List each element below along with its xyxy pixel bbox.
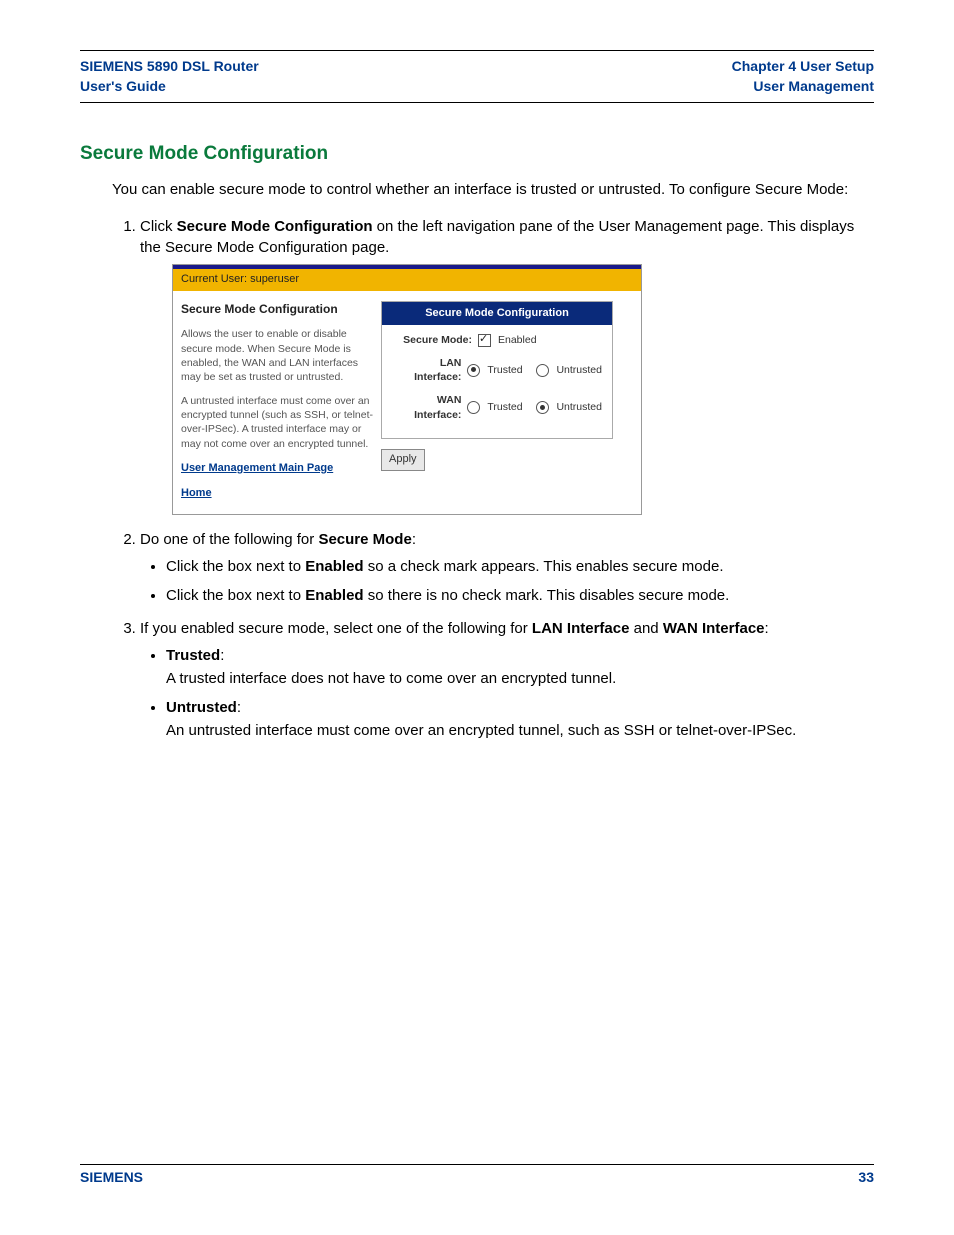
step-3-untrusted: Untrusted: An untrusted interface must c…	[166, 697, 874, 741]
lan-untrusted-label: Untrusted	[556, 363, 602, 378]
enabled-checkbox[interactable]	[478, 334, 491, 347]
wan-interface-label: WAN Interface:	[392, 393, 461, 422]
wan-trusted-label: Trusted	[487, 400, 522, 415]
current-user-bar: Current User: superuser	[173, 269, 641, 290]
header-product: SIEMENS 5890 DSL Router	[80, 57, 259, 77]
wan-untrusted-label: Untrusted	[556, 400, 602, 415]
lan-trusted-label: Trusted	[487, 363, 522, 378]
page-footer: SIEMENS 33	[80, 1164, 874, 1185]
footer-brand: SIEMENS	[80, 1169, 143, 1185]
page-header: SIEMENS 5890 DSL Router User's Guide Cha…	[80, 57, 874, 96]
wan-untrusted-radio[interactable]	[536, 401, 549, 414]
home-link[interactable]: Home	[181, 486, 373, 501]
trusted-desc: A trusted interface does not have to com…	[166, 668, 874, 689]
intro-paragraph: You can enable secure mode to control wh…	[112, 179, 874, 200]
step-2: Do one of the following for Secure Mode:…	[140, 529, 874, 606]
section-title: Secure Mode Configuration	[80, 143, 874, 165]
panel-side-desc-1: Allows the user to enable or disable sec…	[181, 327, 373, 384]
step-3: If you enabled secure mode, select one o…	[140, 618, 874, 741]
step-3-trusted: Trusted: A trusted interface does not ha…	[166, 645, 874, 689]
procedure-list: Click Secure Mode Configuration on the l…	[112, 216, 874, 740]
panel-side-desc-2: A untrusted interface must come over an …	[181, 394, 373, 451]
apply-button[interactable]: Apply	[381, 449, 425, 470]
footer-page-number: 33	[858, 1169, 874, 1185]
enabled-label: Enabled	[498, 333, 537, 348]
config-panel-title: Secure Mode Configuration	[382, 302, 612, 325]
user-mgmt-link[interactable]: User Management Main Page	[181, 461, 373, 476]
secure-mode-label: Secure Mode:	[392, 333, 472, 348]
lan-untrusted-radio[interactable]	[536, 364, 549, 377]
panel-side-title: Secure Mode Configuration	[181, 301, 373, 318]
header-chapter: Chapter 4 User Setup	[732, 57, 874, 77]
step-1: Click Secure Mode Configuration on the l…	[140, 216, 874, 514]
step-2-bullet-2: Click the box next to Enabled so there i…	[166, 585, 874, 606]
wan-trusted-radio[interactable]	[467, 401, 480, 414]
embedded-screenshot: Current User: superuser Secure Mode Conf…	[172, 264, 642, 514]
config-panel: Secure Mode Configuration Secure Mode: E…	[381, 301, 613, 440]
header-guide: User's Guide	[80, 77, 259, 97]
untrusted-desc: An untrusted interface must come over an…	[166, 720, 874, 741]
lan-trusted-radio[interactable]	[467, 364, 480, 377]
header-section: User Management	[732, 77, 874, 97]
lan-interface-label: LAN Interface:	[392, 356, 461, 385]
step-2-bullet-1: Click the box next to Enabled so a check…	[166, 556, 874, 577]
